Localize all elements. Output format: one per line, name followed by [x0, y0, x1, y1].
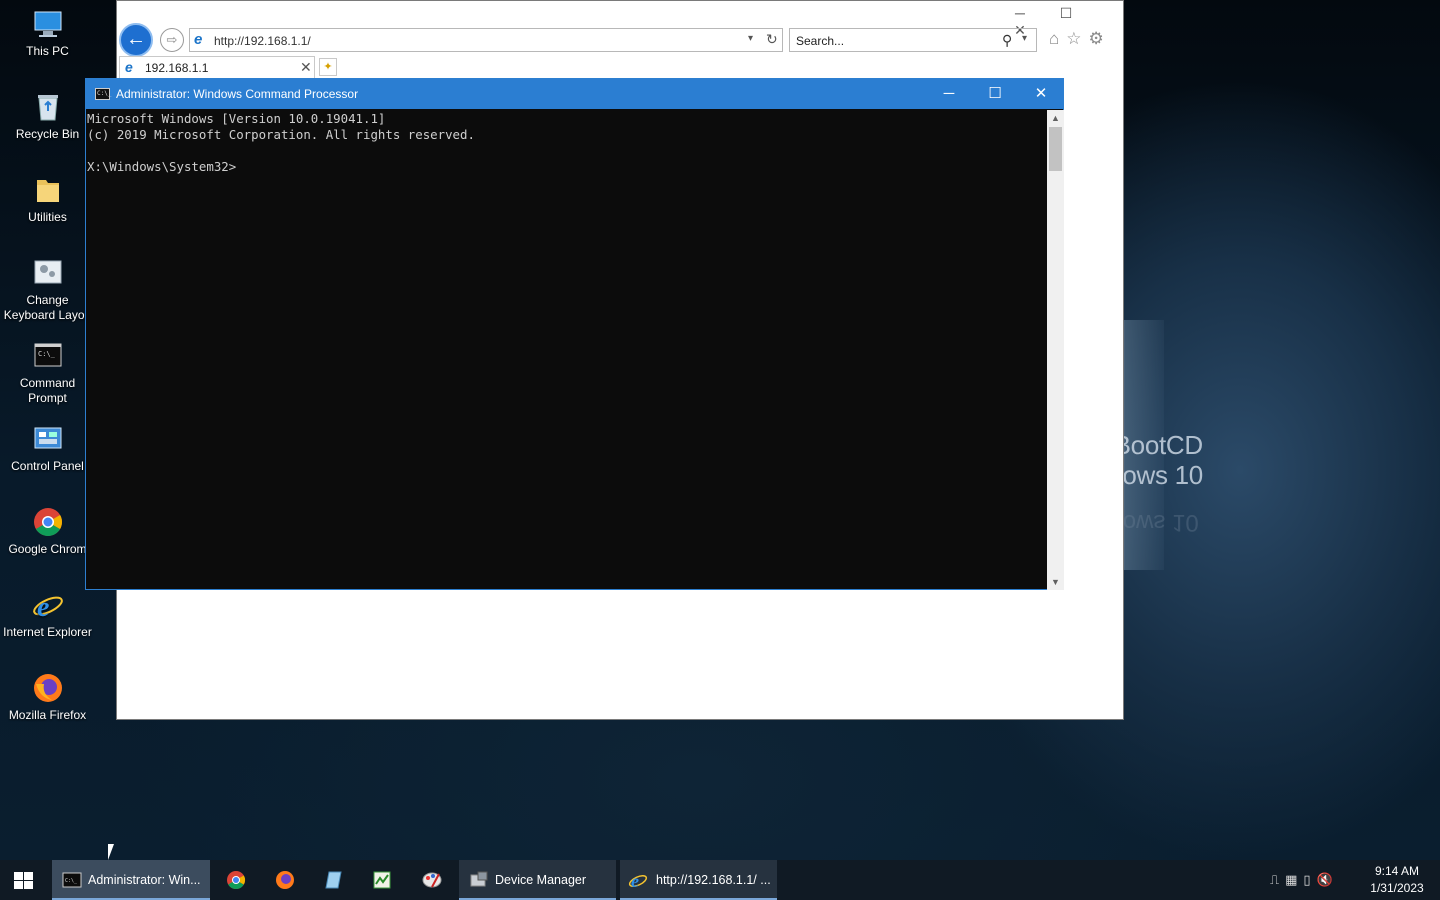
refresh-icon[interactable]: ↻ — [766, 31, 778, 48]
internet-explorer-icon: e — [32, 589, 64, 623]
desktop-icon-label: This PC — [26, 44, 69, 58]
command-prompt-icon: C:\_ — [32, 340, 64, 372]
search-placeholder: Search... — [796, 34, 845, 48]
command-prompt-window[interactable]: C:\_ Administrator: Windows Command Proc… — [85, 78, 1064, 590]
desktop-icon-label: Control Panel — [11, 459, 84, 473]
desktop-icon-label-line2: Prompt — [28, 391, 67, 405]
taskbar-item-label: Administrator: Win... — [88, 873, 201, 887]
site-ie-icon: e — [194, 31, 203, 48]
taskbar-pin-firefox[interactable] — [261, 860, 309, 900]
taskbar-pin-notepad[interactable] — [310, 860, 358, 900]
desktop-icon-this-pc[interactable]: This PC — [0, 8, 95, 59]
search-icon[interactable]: ⚲ — [1002, 32, 1012, 49]
forward-button[interactable]: ⇨ — [160, 28, 184, 52]
desktop-icon-label: Google Chrom — [8, 542, 87, 556]
address-url[interactable]: http://192.168.1.1/ — [214, 34, 311, 48]
paint-icon — [422, 870, 442, 890]
cmd-window-title: Administrator: Windows Command Processor — [116, 87, 359, 101]
svg-text:C:\_: C:\_ — [65, 878, 78, 884]
taskbar-item-label: http://192.168.1.1/ ... — [656, 873, 771, 887]
taskbar-item-label: Device Manager — [495, 873, 587, 887]
this-pc-icon — [32, 8, 64, 40]
taskbar-pin-chrome[interactable] — [212, 860, 260, 900]
desktop-icon-mozilla-firefox[interactable]: Mozilla Firefox — [0, 672, 95, 723]
desktop-icon-command-prompt[interactable]: C:\_ Command Prompt — [0, 340, 95, 406]
search-box[interactable]: Search... ⚲ ▾ — [789, 28, 1037, 52]
folder-icon — [32, 174, 64, 206]
console-line: (c) 2019 Microsoft Corporation. All righ… — [87, 127, 475, 142]
notepad-icon — [324, 870, 344, 890]
desktop-icon-label-line2: Keyboard Layou — [3, 308, 92, 322]
desktop-icon-recycle-bin[interactable]: Recycle Bin — [0, 91, 95, 142]
system-tray-icons[interactable]: ⎍▦▯🔇 — [1270, 872, 1339, 888]
svg-text:e: e — [631, 871, 639, 890]
search-dropdown-icon[interactable]: ▾ — [1022, 33, 1027, 44]
desktop-icon-label-line1: Change — [26, 293, 69, 307]
scroll-thumb[interactable] — [1049, 127, 1062, 171]
address-bar[interactable]: e http://192.168.1.1/ ▾ ↻ — [189, 28, 783, 52]
browser-minimize-button[interactable]: ─ — [997, 5, 1043, 21]
windows-logo-icon — [14, 872, 34, 890]
mouse-cursor — [108, 844, 120, 860]
desktop-icon-label: Recycle Bin — [15, 127, 80, 141]
desktop-icon-label: Internet Explorer — [3, 625, 92, 639]
address-dropdown-icon[interactable]: ▾ — [748, 33, 753, 44]
scroll-down-icon[interactable]: ▼ — [1047, 574, 1064, 590]
cmd-maximize-button[interactable]: ☐ — [972, 79, 1018, 109]
desktop-icon-google-chrome[interactable]: Google Chrom — [0, 506, 95, 557]
desktop-icon-change-keyboard-layout[interactable]: Change Keyboard Layou — [0, 257, 95, 323]
desktop-icon-label: Mozilla Firefox — [8, 708, 87, 722]
desktop-icon-control-panel[interactable]: Control Panel — [0, 423, 95, 474]
taskbar-item-device-manager[interactable]: Device Manager — [459, 860, 616, 900]
cmd-title-bar[interactable]: C:\_ Administrator: Windows Command Proc… — [86, 79, 1063, 109]
browser-maximize-button[interactable]: ☐ — [1043, 5, 1089, 22]
tab-close-icon[interactable]: ✕ — [300, 59, 312, 76]
desktop-icon-label-line1: Command — [19, 376, 76, 390]
taskbar: C:\_ Administrator: Win... Device Manage… — [0, 860, 1440, 900]
console-output[interactable]: Microsoft Windows [Version 10.0.19041.1]… — [86, 110, 1047, 590]
svg-text:C:\_: C:\_ — [38, 350, 56, 358]
tab-ie-icon: e — [125, 59, 133, 75]
browser-toolbar: ─ ☐ ✕ ← ⇨ e http://192.168.1.1/ ▾ ↻ Search… — [117, 1, 1123, 79]
scroll-up-icon[interactable]: ▲ — [1047, 110, 1064, 126]
back-button[interactable]: ← — [119, 23, 153, 57]
firefox-icon — [32, 672, 64, 704]
chrome-icon — [32, 506, 64, 538]
device-manager-icon — [469, 870, 489, 890]
cmd-scrollbar[interactable]: ▲ ▼ — [1047, 110, 1064, 590]
task-manager-icon — [372, 870, 392, 890]
new-tab-button[interactable]: ✦ — [319, 58, 337, 76]
start-button[interactable] — [0, 860, 48, 900]
taskbar-pin-paint[interactable] — [408, 860, 456, 900]
console-line: Microsoft Windows [Version 10.0.19041.1] — [87, 111, 386, 126]
firefox-icon — [275, 870, 295, 890]
taskbar-item-command-prompt[interactable]: C:\_ Administrator: Win... — [52, 860, 210, 900]
home-favorites-tools-icons[interactable]: ⌂☆⚙ — [1049, 29, 1111, 49]
desktop-icon-utilities[interactable]: Utilities — [0, 174, 95, 225]
taskbar-item-internet-explorer[interactable]: e http://192.168.1.1/ ... — [620, 860, 777, 900]
tab-192-168-1-1[interactable]: e 192.168.1.1 ✕ — [119, 56, 315, 78]
desktop-icon-internet-explorer[interactable]: e Internet Explorer — [0, 589, 95, 640]
desktop-icon-label: Utilities — [28, 210, 67, 224]
console-prompt-line: X:\Windows\System32> — [87, 159, 237, 174]
taskbar-clock[interactable]: 9:14 AM 1/31/2023 — [1362, 863, 1432, 897]
cmd-minimize-button[interactable]: ─ — [926, 79, 972, 109]
control-panel-icon — [32, 423, 64, 455]
cmd-close-button[interactable]: ✕ — [1018, 79, 1064, 109]
svg-text:e: e — [37, 592, 49, 621]
taskbar-pin-task-manager[interactable] — [358, 860, 406, 900]
chrome-icon — [226, 870, 246, 890]
tab-title: 192.168.1.1 — [145, 61, 209, 75]
keyboard-layout-icon — [32, 257, 64, 289]
internet-explorer-icon: e — [628, 870, 648, 891]
clock-date: 1/31/2023 — [1370, 881, 1424, 895]
command-prompt-icon: C:\_ — [62, 870, 82, 890]
cmd-window-icon: C:\_ — [95, 88, 111, 100]
clock-time: 9:14 AM — [1374, 864, 1420, 878]
recycle-bin-icon — [32, 91, 64, 123]
